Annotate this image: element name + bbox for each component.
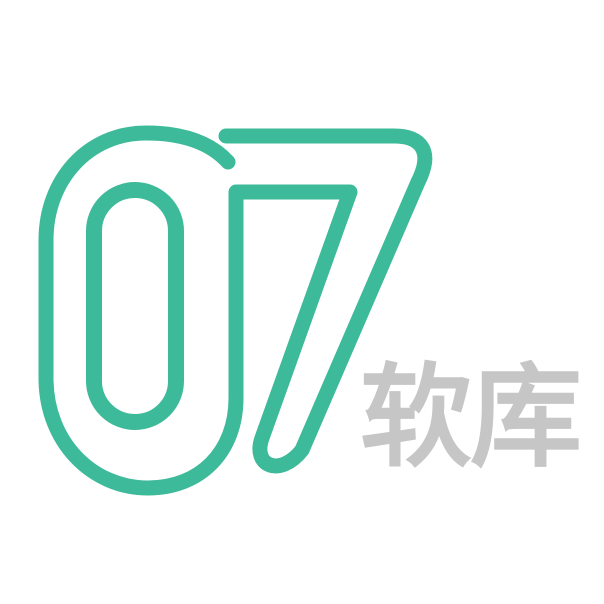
logo-mark-zero-counter (86, 182, 184, 430)
logo: 软库 (0, 0, 604, 604)
logo-mark-07 (38, 125, 433, 496)
logo-wordmark: 软库 (360, 353, 582, 483)
